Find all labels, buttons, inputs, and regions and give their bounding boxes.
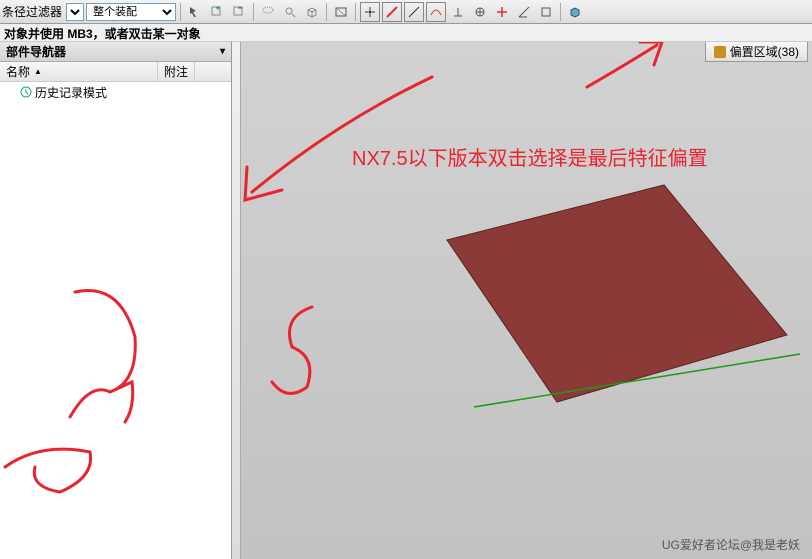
history-mode-icon bbox=[19, 85, 33, 99]
tool-add-icon[interactable] bbox=[207, 2, 227, 22]
geometry-line bbox=[472, 352, 802, 412]
filter-select[interactable] bbox=[66, 3, 84, 21]
tool-angle-icon[interactable] bbox=[514, 2, 534, 22]
separator bbox=[326, 3, 327, 21]
tool-perp-icon[interactable] bbox=[448, 2, 468, 22]
tool-plus-icon[interactable] bbox=[492, 2, 512, 22]
panel-close-icon[interactable]: ▾ bbox=[220, 46, 225, 57]
feature-tab[interactable]: 偏置区域(38) bbox=[705, 42, 808, 62]
column-headers: 名称 ▲ 附注 bbox=[0, 62, 231, 82]
tool-cube-icon[interactable] bbox=[302, 2, 322, 22]
tool-circle-icon[interactable] bbox=[470, 2, 490, 22]
tool-point-icon[interactable] bbox=[360, 2, 380, 22]
viewport-3d[interactable]: 偏置区域(38) NX7.5以下版本双击选择是最后特征偏置 U bbox=[232, 42, 812, 559]
annotation-scribble bbox=[0, 437, 100, 507]
tool-remove-icon[interactable] bbox=[229, 2, 249, 22]
tool-arrow-icon[interactable] bbox=[185, 2, 205, 22]
col-name[interactable]: 名称 ▲ bbox=[0, 62, 158, 81]
info-bar: 对象并使用 MB3，或者双击某一对象 bbox=[0, 24, 812, 42]
separator bbox=[355, 3, 356, 21]
tool-box-icon[interactable] bbox=[536, 2, 556, 22]
separator bbox=[180, 3, 181, 21]
separator bbox=[253, 3, 254, 21]
tree-label: 历史记录模式 bbox=[35, 84, 107, 101]
sort-asc-icon: ▲ bbox=[34, 67, 42, 76]
watermark: UG爱好者论坛@我是老妖 bbox=[662, 536, 800, 553]
panel-title-text: 部件导航器 bbox=[6, 43, 66, 60]
tool-line2-icon[interactable] bbox=[404, 2, 424, 22]
separator bbox=[560, 3, 561, 21]
tree-row[interactable]: 历史记录模式 bbox=[0, 84, 231, 100]
tool-line-icon[interactable] bbox=[382, 2, 402, 22]
feature-tree[interactable]: 历史记录模式 bbox=[0, 82, 231, 559]
feature-tab-label: 偏置区域(38) bbox=[730, 43, 799, 60]
offset-region-icon bbox=[714, 46, 726, 58]
annotation-text: NX7.5以下版本双击选择是最后特征偏置 bbox=[352, 142, 708, 171]
tool-lasso-icon[interactable] bbox=[258, 2, 278, 22]
assembly-select[interactable]: 整个装配 bbox=[86, 3, 176, 21]
tool-rect-icon[interactable] bbox=[331, 2, 351, 22]
tool-curve-icon[interactable] bbox=[426, 2, 446, 22]
filter-label: 条径过滤器 bbox=[2, 3, 64, 20]
tool-zoom-icon[interactable] bbox=[280, 2, 300, 22]
panel-title: 部件导航器 ▾ bbox=[0, 42, 231, 62]
part-navigator-panel: 部件导航器 ▾ 名称 ▲ 附注 历史记录模式 bbox=[0, 42, 232, 559]
main-toolbar: 条径过滤器 整个装配 bbox=[0, 0, 812, 24]
tool-solid-icon[interactable] bbox=[565, 2, 585, 22]
col-note[interactable]: 附注 bbox=[158, 62, 195, 81]
expand-icon[interactable] bbox=[6, 87, 17, 98]
annotation-scribble bbox=[60, 287, 180, 427]
